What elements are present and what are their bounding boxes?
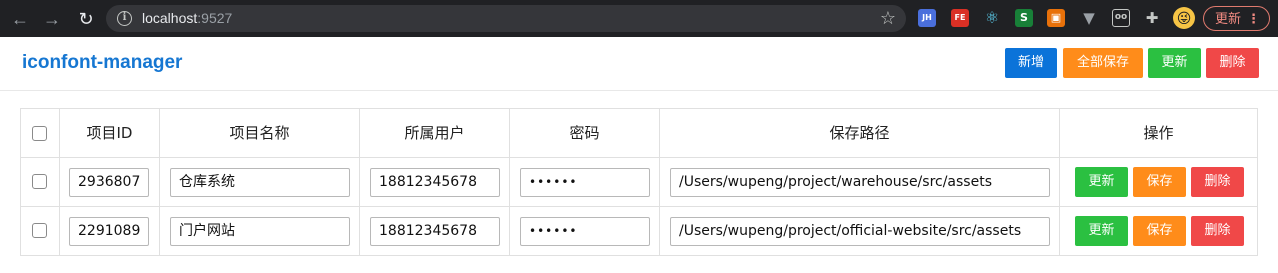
site-info-icon[interactable]: i [117, 11, 132, 26]
header-path-cell: 保存路径 [660, 109, 1060, 158]
save-path-input[interactable]: /Users/wupeng/project/official-website/s… [670, 217, 1050, 246]
profile-avatar[interactable]: 😜 [1173, 7, 1195, 29]
table-row-path-cell: /Users/wupeng/project/warehouse/src/asse… [660, 158, 1060, 207]
extensions-puzzle-icon[interactable]: ✚ [1143, 9, 1161, 27]
url-port: :9527 [197, 10, 233, 26]
back-arrow-icon[interactable]: ← [10, 9, 30, 29]
url-host: localhost [142, 10, 198, 26]
table-row-actions-cell: 更新 保存 删除 [1060, 158, 1257, 207]
password-input[interactable]: •••••• [520, 168, 650, 197]
row-update-button[interactable]: 更新 [1075, 167, 1128, 197]
extension-jh-icon[interactable]: JH [918, 9, 936, 27]
row-update-button[interactable]: 更新 [1075, 216, 1128, 246]
table-row-id-cell: 2936807 [60, 158, 160, 207]
header-save-path: 保存路径 [829, 124, 890, 142]
row-delete-button[interactable]: 删除 [1191, 167, 1244, 197]
header-actions-cell: 操作 [1060, 109, 1257, 158]
project-name-input[interactable]: 仓库系统 [170, 168, 350, 197]
vue-devtools-icon[interactable]: ▼ [1080, 9, 1098, 27]
table-row-user-cell: 18812345678 [360, 207, 510, 255]
table-row-password-cell: •••••• [510, 158, 660, 207]
user-input[interactable]: 18812345678 [370, 168, 500, 197]
row-save-button[interactable]: 保存 [1133, 167, 1186, 197]
header-project-id: 项目ID [86, 124, 133, 142]
header-actions: 操作 [1143, 124, 1174, 142]
app-header: iconfont-manager 新增 全部保存 更新 删除 [0, 37, 1278, 91]
project-name-input[interactable]: 门户网站 [170, 217, 350, 246]
header-id-cell: 项目ID [60, 109, 160, 158]
app-title: iconfont-manager [22, 52, 183, 73]
table-row-user-cell: 18812345678 [360, 158, 510, 207]
row-save-button[interactable]: 保存 [1133, 216, 1186, 246]
browser-toolbar: ← → ↻ i localhost:9527 ☆ JH FE ⚛ S ▣ ▼ o… [0, 0, 1278, 37]
address-bar[interactable]: i localhost:9527 ☆ [106, 5, 906, 32]
header-password-cell: 密码 [510, 109, 660, 158]
password-input[interactable]: •••••• [520, 217, 650, 246]
header-user: 所属用户 [404, 124, 465, 142]
browser-update-label: 更新 [1215, 11, 1242, 26]
table-row-name-cell: 仓库系统 [160, 158, 360, 207]
extension-eyes-icon[interactable]: oo [1112, 9, 1130, 27]
table-row-select-cell [21, 158, 60, 207]
extension-s-icon[interactable]: S [1015, 9, 1033, 27]
extension-fe-icon[interactable]: FE [951, 9, 969, 27]
url-text: localhost:9527 [142, 10, 232, 27]
table-row-actions-cell: 更新 保存 删除 [1060, 207, 1257, 255]
select-all-checkbox[interactable] [32, 126, 47, 141]
header-user-cell: 所属用户 [360, 109, 510, 158]
bookmark-star-icon[interactable]: ☆ [880, 8, 896, 28]
row-checkbox[interactable] [32, 174, 47, 189]
react-devtools-icon[interactable]: ⚛ [983, 9, 1001, 27]
forward-arrow-icon[interactable]: → [42, 9, 62, 29]
header-name-cell: 项目名称 [160, 109, 360, 158]
menu-dots-icon: ⋮ [1247, 11, 1260, 26]
header-select-cell [21, 109, 60, 158]
project-id-input[interactable]: 2291089 [69, 217, 149, 246]
add-button[interactable]: 新增 [1005, 48, 1057, 78]
table-row-password-cell: •••••• [510, 207, 660, 255]
delete-button[interactable]: 删除 [1206, 48, 1259, 78]
update-all-button[interactable]: 更新 [1148, 48, 1201, 78]
browser-update-button[interactable]: 更新 ⋮ [1203, 6, 1270, 31]
table-row-name-cell: 门户网站 [160, 207, 360, 255]
header-password: 密码 [569, 124, 600, 142]
extension-orange-icon[interactable]: ▣ [1047, 9, 1065, 27]
table-row-id-cell: 2291089 [60, 207, 160, 255]
header-project-name: 项目名称 [229, 124, 290, 142]
user-input[interactable]: 18812345678 [370, 217, 500, 246]
project-table: 项目ID 项目名称 所属用户 密码 保存路径 操作 2936807 仓库系统 1… [20, 108, 1258, 256]
row-checkbox[interactable] [32, 223, 47, 238]
reload-icon[interactable]: ↻ [76, 9, 96, 29]
save-path-input[interactable]: /Users/wupeng/project/warehouse/src/asse… [670, 168, 1050, 197]
table-row-select-cell [21, 207, 60, 255]
table-row-path-cell: /Users/wupeng/project/official-website/s… [660, 207, 1060, 255]
save-all-button[interactable]: 全部保存 [1063, 48, 1143, 78]
project-id-input[interactable]: 2936807 [69, 168, 149, 197]
row-delete-button[interactable]: 删除 [1191, 216, 1244, 246]
